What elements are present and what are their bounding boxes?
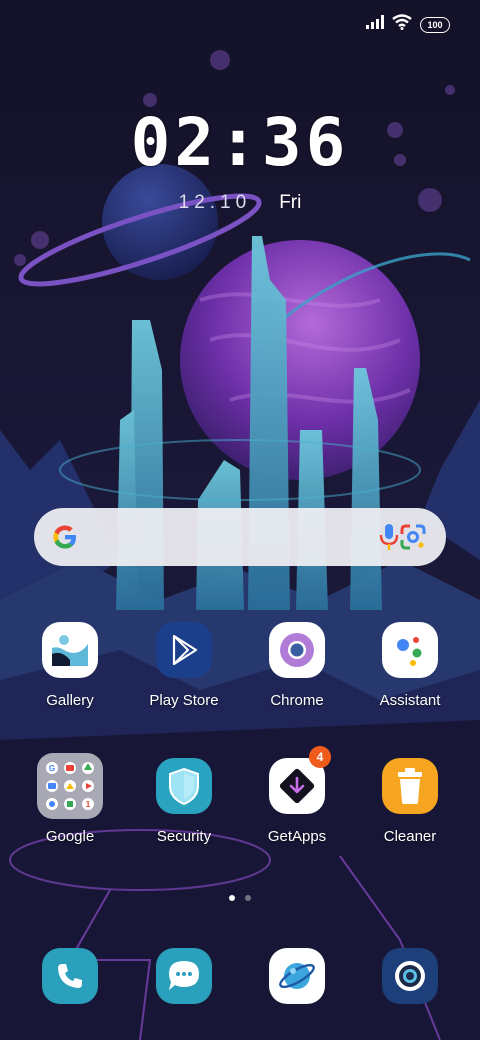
lens-icon[interactable] [398, 522, 428, 552]
google-g-icon [50, 522, 80, 552]
mic-icon[interactable] [378, 523, 400, 551]
app-label: Cleaner [383, 828, 437, 845]
getapps-icon: 4 [269, 746, 331, 814]
assistant-icon [382, 622, 438, 678]
chrome-icon [269, 622, 325, 678]
google-search-bar[interactable] [34, 508, 446, 566]
dock-browser[interactable] [241, 948, 353, 1004]
app-label: Google [45, 828, 95, 845]
app-play-store[interactable]: Play Store [128, 622, 240, 709]
app-gallery[interactable]: Gallery [14, 622, 126, 709]
clock-time[interactable]: 02:36 [0, 104, 480, 181]
dock-camera[interactable] [354, 948, 466, 1004]
camera-icon [382, 948, 438, 1004]
notification-badge: 4 [309, 746, 331, 768]
date-text: 12.10 [178, 192, 252, 213]
battery-indicator: 100 [420, 16, 450, 33]
browser-icon [269, 948, 325, 1004]
weekday-text: Fri [279, 192, 302, 213]
page-dot-active[interactable] [229, 895, 235, 901]
app-label: GetApps [267, 828, 327, 845]
app-label: Play Store [149, 692, 219, 709]
app-label: Gallery [46, 692, 94, 709]
play-store-icon [156, 622, 212, 678]
app-google-folder[interactable]: G 1 Google [14, 753, 126, 845]
app-assistant[interactable]: Assistant [354, 622, 466, 709]
app-label: Chrome [270, 692, 324, 709]
status-bar: 100 [366, 14, 450, 35]
svg-text:1: 1 [86, 800, 91, 809]
gallery-icon [42, 622, 98, 678]
google-folder-icon: G 1 [37, 753, 103, 819]
date-row: 12.10 Fri [0, 192, 480, 214]
app-security[interactable]: Security [128, 758, 240, 845]
wifi-icon [392, 14, 412, 35]
security-icon [156, 758, 212, 814]
app-getapps[interactable]: 4 GetApps [241, 746, 353, 845]
dock-phone[interactable] [14, 948, 126, 1004]
svg-text:G: G [49, 764, 55, 773]
dock-messages[interactable] [128, 948, 240, 1004]
app-label: Assistant [379, 692, 441, 709]
cleaner-icon [382, 758, 438, 814]
page-indicator [0, 895, 480, 901]
app-cleaner[interactable]: Cleaner [354, 758, 466, 845]
signal-icon [366, 15, 384, 34]
page-dot[interactable] [245, 895, 251, 901]
app-label: Security [156, 828, 212, 845]
phone-icon [42, 948, 98, 1004]
messages-icon [156, 948, 212, 1004]
app-chrome[interactable]: Chrome [241, 622, 353, 709]
